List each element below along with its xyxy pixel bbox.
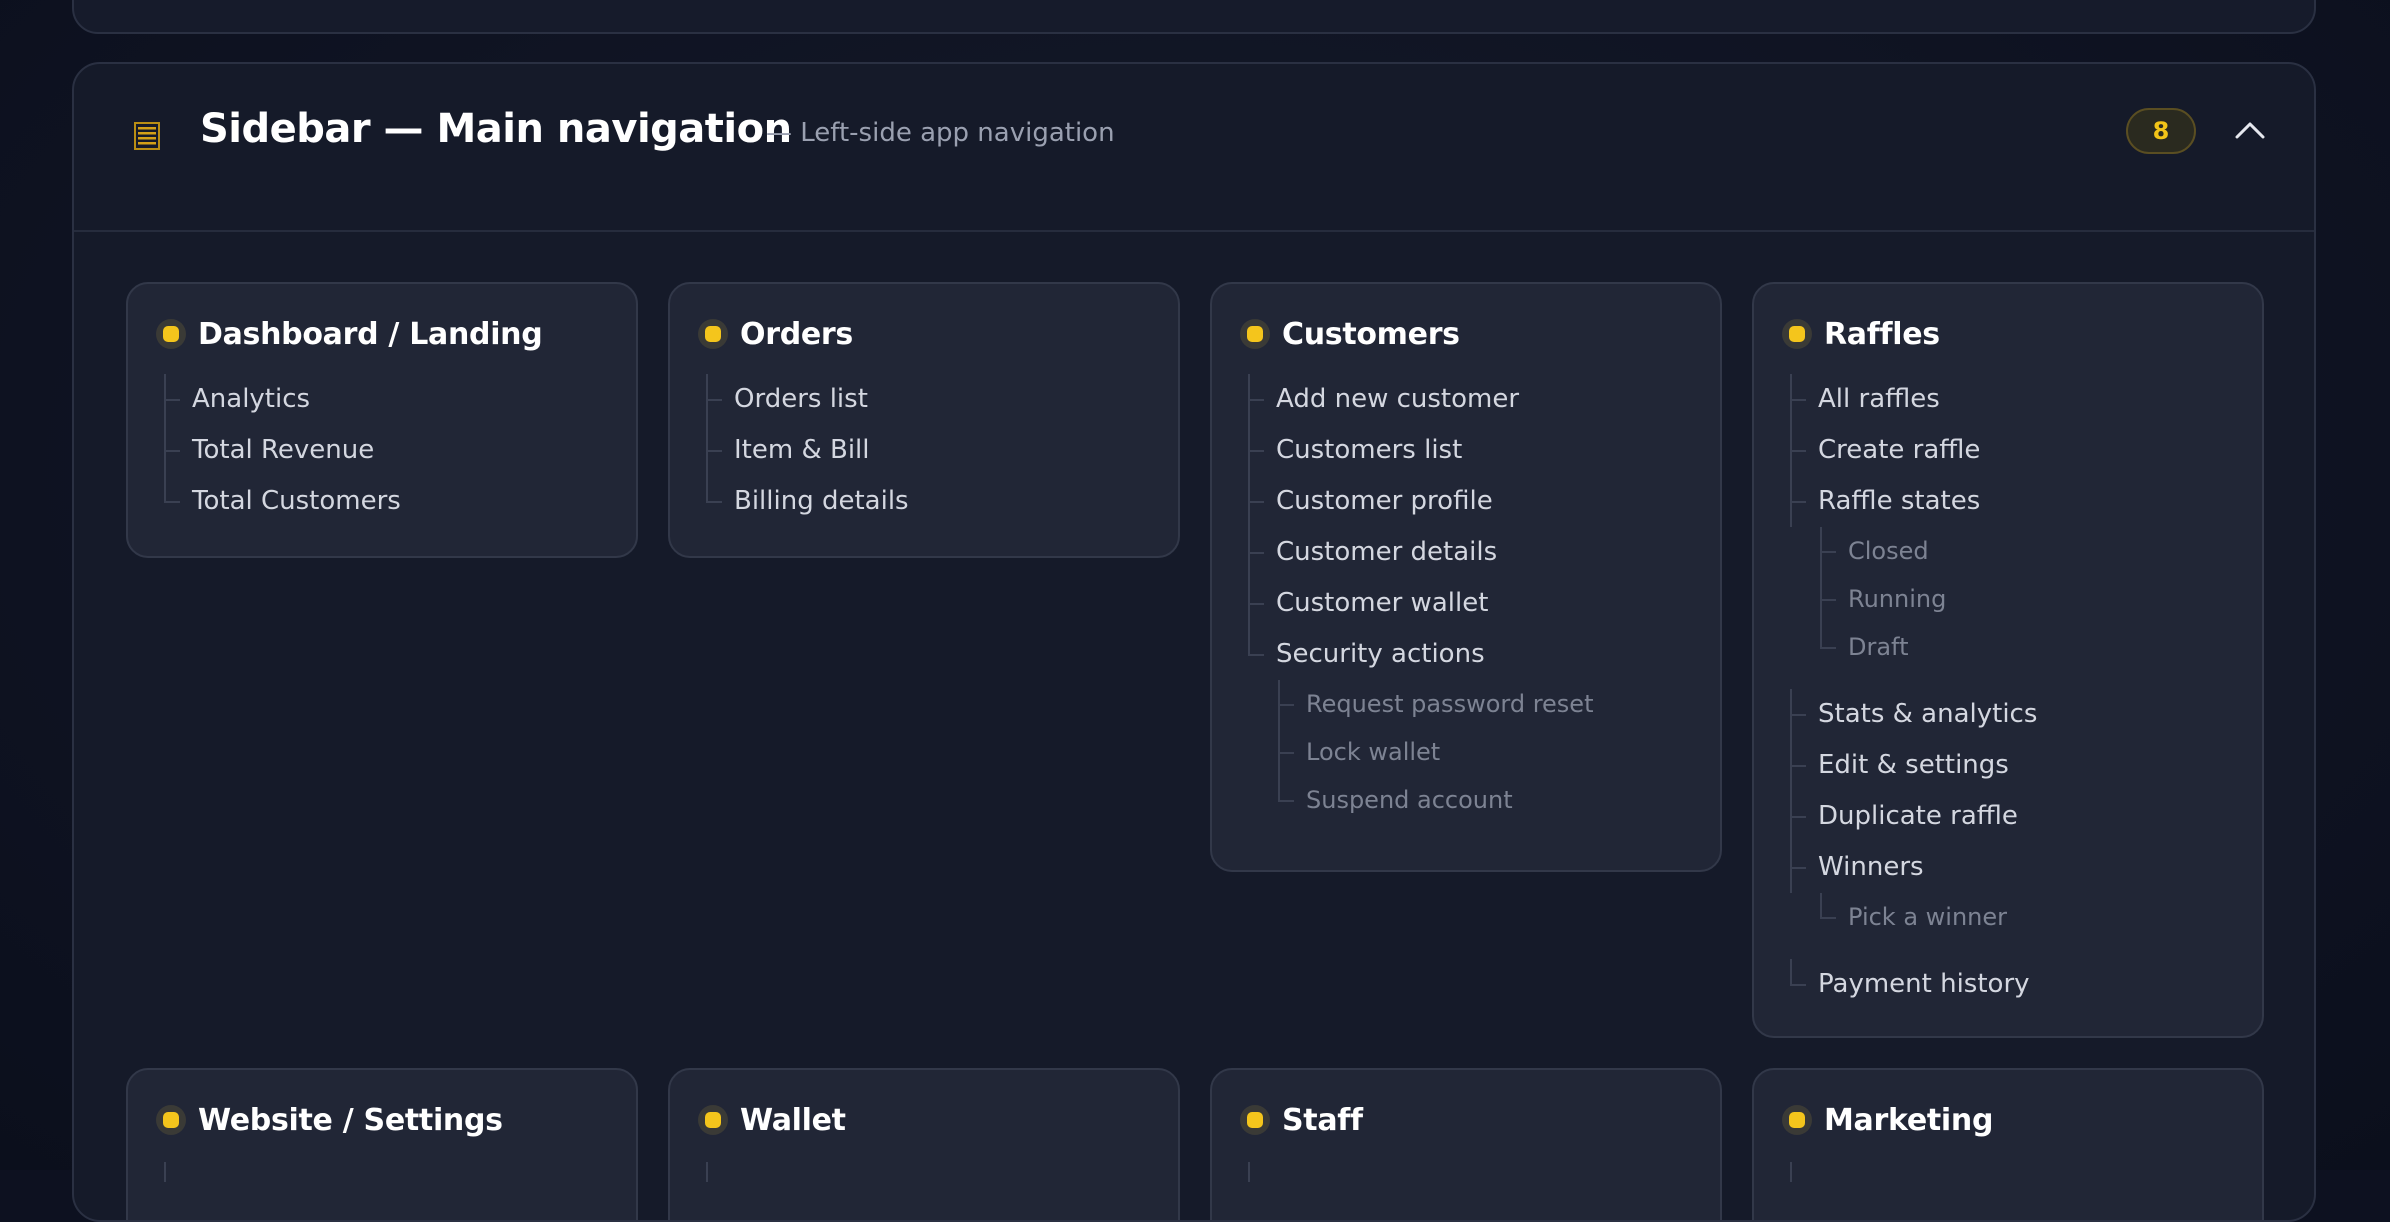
status-dot-icon: [698, 1105, 728, 1135]
sidebar-layout-icon: [134, 122, 160, 150]
card-title: Website / Settings: [198, 1102, 503, 1138]
card-title: Customers: [1282, 316, 1460, 352]
nav-item-winners[interactable]: Winners: [1790, 842, 2242, 893]
nav-subitem-suspend-account[interactable]: Suspend account: [1276, 776, 1700, 824]
card-title: Marketing: [1824, 1102, 1994, 1138]
nav-group-card-dashboard: Dashboard / Landing Analytics Total Reve…: [126, 282, 638, 558]
nav-tree: Analytics Total Revenue Total Customers: [164, 374, 616, 527]
section-subtitle: — Left-side app navigation: [766, 118, 1115, 148]
nav-group-card-marketing: Marketing: [1752, 1068, 2264, 1220]
status-dot-icon: [1782, 1105, 1812, 1135]
card-title: Dashboard / Landing: [198, 316, 543, 352]
status-dot-icon: [1782, 319, 1812, 349]
card-title: Wallet: [740, 1102, 846, 1138]
status-dot-icon: [156, 1105, 186, 1135]
nav-item-duplicate-raffle[interactable]: Duplicate raffle: [1790, 791, 2242, 842]
card-title: Raffles: [1824, 316, 1940, 352]
nav-item-total-customers[interactable]: Total Customers: [164, 476, 616, 527]
card-header: Raffles: [1782, 314, 1940, 354]
nav-group-card-raffles: Raffles All raffles Create raffle Raffle…: [1752, 282, 2264, 1038]
nav-subtree-winners: Pick a winner: [1818, 893, 2242, 941]
card-title: Staff: [1282, 1102, 1363, 1138]
nav-item-orders-list[interactable]: Orders list: [706, 374, 1158, 425]
card-header: Staff: [1240, 1100, 1363, 1140]
nav-item-customer-wallet[interactable]: Customer wallet: [1248, 578, 1700, 629]
sidebar-section-panel: Sidebar — Main navigation — Left-side ap…: [72, 62, 2316, 1222]
nav-group-card-staff: Staff: [1210, 1068, 1722, 1220]
nav-subitem-draft[interactable]: Draft: [1818, 623, 2242, 671]
nav-item-customers-list[interactable]: Customers list: [1248, 425, 1700, 476]
section-title: Sidebar — Main navigation: [200, 106, 792, 152]
status-dot-icon: [1240, 1105, 1270, 1135]
collapse-button[interactable]: [2228, 110, 2272, 150]
nav-item-billing-details[interactable]: Billing details: [706, 476, 1158, 527]
nav-item-edit-settings[interactable]: Edit & settings: [1790, 740, 2242, 791]
card-header: Dashboard / Landing: [156, 314, 543, 354]
nav-group-card-website-settings: Website / Settings: [126, 1068, 638, 1220]
tree-line: [164, 1162, 166, 1182]
card-header: Wallet: [698, 1100, 846, 1140]
nav-subitem-lock-wallet[interactable]: Lock wallet: [1276, 728, 1700, 776]
chevron-up-icon: [2235, 122, 2265, 139]
card-header: Orders: [698, 314, 853, 354]
nav-tree: Orders list Item & Bill Billing details: [706, 374, 1158, 527]
nav-item-analytics[interactable]: Analytics: [164, 374, 616, 425]
nav-item-item-bill[interactable]: Item & Bill: [706, 425, 1158, 476]
nav-item-stats-analytics[interactable]: Stats & analytics: [1790, 689, 2242, 740]
nav-subitem-closed[interactable]: Closed: [1818, 527, 2242, 575]
nav-subitem-pick-a-winner[interactable]: Pick a winner: [1818, 893, 2242, 941]
nav-item-total-revenue[interactable]: Total Revenue: [164, 425, 616, 476]
nav-subitem-running[interactable]: Running: [1818, 575, 2242, 623]
card-header: Website / Settings: [156, 1100, 503, 1140]
nav-item-customer-profile[interactable]: Customer profile: [1248, 476, 1700, 527]
nav-subtree-security-actions: Request password reset Lock wallet Suspe…: [1276, 680, 1700, 824]
nav-item-raffle-states[interactable]: Raffle states: [1790, 476, 2242, 527]
nav-group-card-wallet: Wallet: [668, 1068, 1180, 1220]
nav-item-all-raffles[interactable]: All raffles: [1790, 374, 2242, 425]
nav-item-customer-details[interactable]: Customer details: [1248, 527, 1700, 578]
card-header: Marketing: [1782, 1100, 1993, 1140]
nav-item-security-actions[interactable]: Security actions: [1248, 629, 1700, 680]
previous-section-panel: [72, 0, 2316, 34]
count-badge: 8: [2126, 108, 2196, 154]
status-dot-icon: [1240, 319, 1270, 349]
tree-line: [706, 1162, 708, 1182]
tree-line: [1790, 1162, 1792, 1182]
status-dot-icon: [698, 319, 728, 349]
nav-subitem-request-password-reset[interactable]: Request password reset: [1276, 680, 1700, 728]
nav-tree: Add new customer Customers list Customer…: [1248, 374, 1700, 824]
card-header: Customers: [1240, 314, 1460, 354]
nav-group-card-orders: Orders Orders list Item & Bill Billing d…: [668, 282, 1180, 558]
nav-subtree-raffle-states: Closed Running Draft: [1818, 527, 2242, 671]
card-title: Orders: [740, 316, 853, 352]
nav-group-card-customers: Customers Add new customer Customers lis…: [1210, 282, 1722, 872]
status-dot-icon: [156, 319, 186, 349]
section-header[interactable]: Sidebar — Main navigation — Left-side ap…: [74, 64, 2314, 232]
nav-item-create-raffle[interactable]: Create raffle: [1790, 425, 2242, 476]
nav-item-add-new-customer[interactable]: Add new customer: [1248, 374, 1700, 425]
nav-tree: All raffles Create raffle Raffle states …: [1790, 374, 2242, 1010]
tree-line: [1248, 1162, 1250, 1182]
nav-item-payment-history[interactable]: Payment history: [1790, 959, 2242, 1010]
